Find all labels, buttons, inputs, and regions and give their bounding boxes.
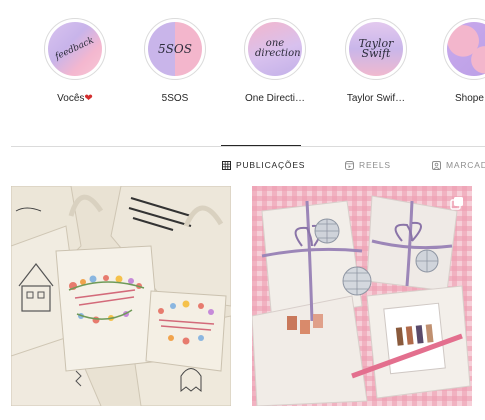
tab-label: PUBLICAÇÕES — [236, 160, 306, 170]
highlight-cover-ring[interactable]: one direction — [244, 18, 306, 80]
highlight-one-direction[interactable]: one direction One Directi… — [225, 18, 325, 104]
highlight-cover: feedback — [48, 22, 102, 76]
tagged-icon — [432, 160, 441, 170]
reels-icon — [345, 160, 354, 170]
highlight-cover-text: Taylor Swift — [358, 37, 394, 60]
tab-label: REELS — [359, 160, 391, 170]
highlight-cover — [447, 22, 485, 76]
highlight-cover: one direction — [248, 22, 302, 76]
highlight-cover: 5SOS — [148, 22, 202, 76]
tabs-divider — [11, 146, 485, 147]
tab-tagged[interactable]: MARCAD — [432, 160, 485, 170]
highlight-voces[interactable]: feedback Vocês❤ — [25, 18, 125, 104]
highlight-5sos[interactable]: 5SOS 5SOS — [125, 18, 225, 104]
post-image-tote-bags — [11, 186, 231, 406]
post-tile[interactable] — [252, 186, 472, 406]
tab-reels[interactable]: REELS — [345, 160, 391, 170]
grid-icon — [222, 160, 231, 170]
highlight-cover-ring[interactable]: Taylor Swift — [345, 18, 407, 80]
heart-icon: ❤ — [84, 93, 93, 104]
active-tab-indicator — [221, 145, 301, 146]
highlight-cover-ring[interactable]: feedback — [44, 18, 106, 80]
highlight-taylor-swift[interactable]: Taylor Swift Taylor Swif… — [326, 18, 426, 104]
tab-posts[interactable]: PUBLICAÇÕES — [222, 160, 305, 170]
tab-label: MARCAD — [446, 160, 485, 170]
post-image-gift-packages — [252, 186, 472, 406]
multiple-images-icon — [450, 197, 463, 210]
highlight-cover-text: 5SOS — [158, 42, 192, 56]
highlight-label: Taylor Swif… — [346, 93, 406, 104]
highlight-label: Vocês — [57, 93, 85, 104]
highlight-label: Shope — [455, 93, 484, 104]
highlight-cover: Taylor Swift — [349, 22, 403, 76]
highlight-label: 5SOS — [161, 93, 189, 104]
highlight-cover-text: one direction — [255, 38, 301, 59]
post-tile[interactable] — [11, 186, 231, 406]
highlight-shopee[interactable]: Shope — [424, 18, 485, 104]
highlight-cover-ring[interactable] — [443, 18, 485, 80]
highlight-cover-ring[interactable]: 5SOS — [144, 18, 206, 80]
highlight-label: One Directi… — [244, 93, 305, 104]
highlight-cover-text: feedback — [54, 35, 96, 63]
